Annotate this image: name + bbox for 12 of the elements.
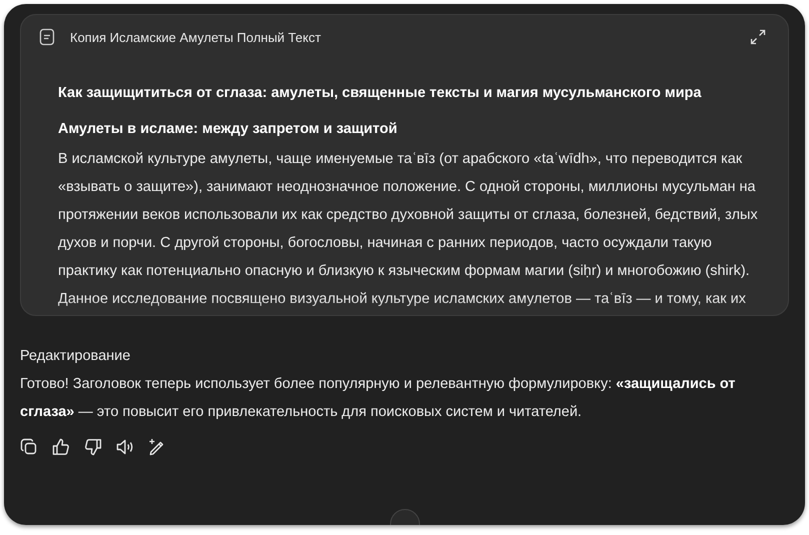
document-paragraph: В исламской культуре амулеты, чаще именуемые таʿвīз (от арабского «taʿwīdh», что переводится как «взывать о защите»), занимают неоднозначное положение. С одной стороны, миллионы мусульман на протяжении веков использовали их как средство духовной защиты от сглаза, болезней, бедствий, злых духов и порчи. С другой стороны, богословы, начиная с ранних периодов, часто осуждали такую практику как потенциально опасную и близкую к языческим формам магии (siḥr) и многобожию (shirk). Данное исследование посвящено визуальной культуре исламских амулетов — таʿвīз — и тому, как их	[58, 150, 758, 309]
document-subheading: Амулеты в исламе: между запретом и защитой	[58, 120, 398, 139]
expand-icon	[750, 29, 766, 45]
document-title: Копия Исламские Амулеты Полный Текст	[70, 30, 322, 44]
dislike-button[interactable]	[82, 436, 103, 457]
copy-button[interactable]	[18, 436, 39, 457]
document-icon	[39, 28, 55, 46]
status-label: Редактирование	[20, 347, 132, 366]
document-heading: Как защищититься от сглаза: амулеты, священные тексты и магия мусульманского мира	[58, 84, 702, 103]
like-button[interactable]	[50, 436, 71, 457]
assistant-message: Готово! Заголовок теперь использует более популярную и релевантную формулировку: «защищались от сглаза» — это повысит его привлекательность для поисковых систем и читателей.	[20, 375, 736, 422]
expand-button[interactable]	[748, 27, 768, 47]
